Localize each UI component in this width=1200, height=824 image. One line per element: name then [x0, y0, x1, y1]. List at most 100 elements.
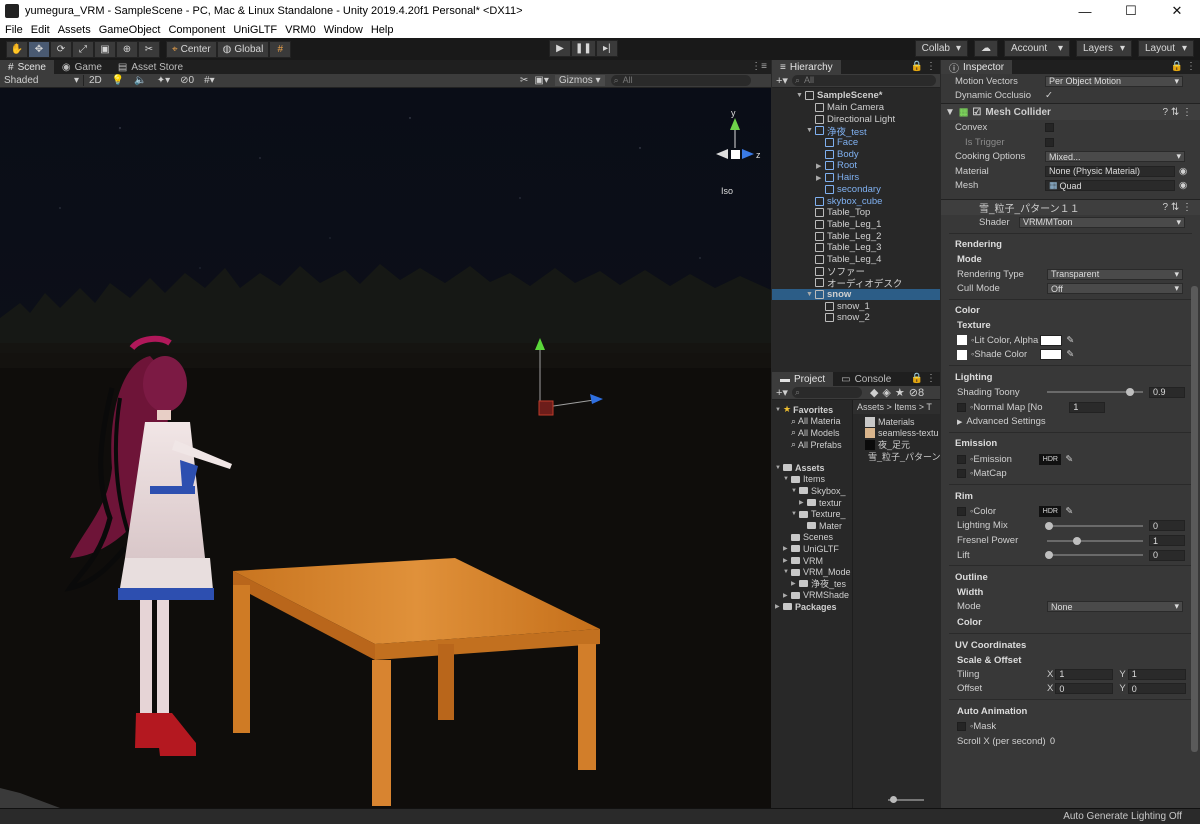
shading-mode-dropdown[interactable]: Shaded ▾ [0, 75, 84, 86]
foldout-arrow-icon[interactable]: ▶ [775, 603, 783, 610]
outline-mode-dropdown[interactable]: None ▾ [1047, 601, 1183, 613]
project-asset-item[interactable]: seamless-textu [853, 428, 940, 440]
hierarchy-item[interactable]: Table_Leg_3 [772, 242, 940, 254]
foldout-arrow-icon[interactable]: ▶ [816, 174, 825, 182]
is-trigger-checkbox[interactable] [1045, 137, 1054, 147]
lock-icon[interactable]: 🔒 ⋮ [911, 61, 936, 72]
transform-tool-icon[interactable]: ⊕ [116, 40, 138, 58]
play-button[interactable]: ▶ [549, 40, 571, 57]
space-toggle-button[interactable]: ◍ Global [216, 40, 270, 58]
cloud-button[interactable]: ☁ [974, 40, 998, 57]
pivot-toggle-button[interactable]: ⌖ Center [166, 40, 217, 58]
convex-checkbox[interactable] [1045, 122, 1054, 132]
dynamic-occlusion-checkbox[interactable]: ✓ [1045, 90, 1053, 101]
lit-texture-slot[interactable] [957, 335, 967, 346]
lit-color-swatch[interactable] [1040, 334, 1063, 346]
hierarchy-item[interactable]: Body [772, 148, 940, 160]
component-menu-icon[interactable]: ? ⇅ ⋮ [1163, 107, 1193, 118]
project-folder-item[interactable]: ▶ 浄夜_tes [772, 578, 852, 590]
menu-window[interactable]: Window [321, 24, 368, 36]
lift-knob[interactable] [1045, 551, 1053, 560]
rim-hdr-swatch[interactable]: HDR [1039, 505, 1062, 517]
lift-field[interactable]: 0 [1149, 549, 1185, 561]
filter-label-icon[interactable]: ◈ [882, 386, 890, 399]
shading-toony-slider[interactable] [1047, 388, 1143, 397]
tiling-x-field[interactable]: 1 [1055, 668, 1114, 680]
eyedropper-icon[interactable]: ✎ [1066, 335, 1074, 346]
material-header[interactable]: 雪_粒子_パターン１１ ? ⇅ ⋮ [941, 199, 1200, 216]
menu-component[interactable]: Component [165, 24, 230, 36]
effects-toggle-icon[interactable]: ✦▾ [152, 75, 175, 86]
inspector-lock-icon[interactable]: 🔒 ⋮ [1171, 61, 1196, 72]
menu-gameobject[interactable]: GameObject [96, 24, 166, 36]
offset-y-field[interactable]: 0 [1127, 683, 1186, 695]
project-folder-item[interactable]: ⌕ All Materia [772, 416, 852, 428]
projection-label[interactable]: Iso [721, 186, 733, 196]
menu-assets[interactable]: Assets [55, 24, 96, 36]
hierarchy-item[interactable]: ▼ snow [772, 288, 940, 301]
hierarchy-item[interactable]: ▼ 浄夜_test [772, 125, 940, 138]
foldout-arrow-icon[interactable]: ▼ [791, 488, 799, 494]
mask-texture-slot[interactable] [957, 722, 966, 732]
scale-tool-icon[interactable]: ⤢ [72, 40, 94, 58]
hand-tool-icon[interactable]: ✋ [6, 40, 28, 58]
rendering-type-dropdown[interactable]: Transparent ▾ [1047, 268, 1183, 280]
foldout-arrow-icon[interactable]: ▶ [783, 557, 791, 564]
lift-slider[interactable] [1045, 551, 1143, 560]
hierarchy-search-input[interactable]: ⌕ All [791, 75, 936, 86]
project-search-input[interactable]: ⌕ [791, 387, 862, 398]
hierarchy-item[interactable]: Table_Top [772, 207, 940, 219]
filter-type-icon[interactable]: ◆ [870, 386, 878, 399]
foldout-arrow-icon[interactable]: ▼ [775, 465, 783, 471]
foldout-arrow-icon[interactable]: ▼ [806, 127, 815, 134]
tab-hierarchy[interactable]: ≡ Hierarchy [772, 60, 841, 74]
foldout-arrow-icon[interactable]: ▼ [796, 92, 805, 99]
grid-snap-icon[interactable]: # [269, 40, 292, 58]
hierarchy-item[interactable]: skybox_cube [772, 195, 940, 207]
foldout-arrow-icon[interactable]: ▼ [806, 291, 815, 298]
project-breadcrumb[interactable]: Assets > Items > T [853, 400, 940, 414]
menu-help[interactable]: Help [368, 24, 399, 36]
step-button[interactable]: ▸| [595, 40, 618, 57]
hierarchy-item[interactable]: Table_Leg_1 [772, 219, 940, 231]
project-folder-item[interactable]: ▶ VRM [772, 555, 852, 567]
shading-toony-field[interactable]: 0.9 [1149, 386, 1185, 398]
foldout-arrow-icon[interactable]: ▶ [783, 592, 791, 599]
zoom-slider[interactable] [888, 796, 924, 803]
menu-unigltf[interactable]: UniGLTF [230, 24, 282, 36]
foldout-arrow-icon[interactable]: ▶ [791, 580, 799, 587]
object-picker-icon[interactable]: ◉ [1179, 180, 1187, 191]
lighting-mix-field[interactable]: 0 [1149, 520, 1185, 532]
zoom-slider-knob[interactable] [890, 796, 897, 803]
foldout-arrow-icon[interactable]: ▶ [783, 545, 791, 552]
hierarchy-item[interactable]: オーディオデスク [772, 277, 940, 290]
project-menu-icon[interactable]: 🔒 ⋮ [911, 373, 936, 384]
gizmos-dropdown[interactable]: Gizmos ▾ [554, 75, 605, 86]
lighting-mix-knob[interactable] [1045, 521, 1053, 530]
scene-viewport[interactable]: y z Iso [0, 88, 771, 808]
shade-color-swatch[interactable] [1040, 349, 1063, 361]
menu-file[interactable]: File [2, 24, 28, 36]
rect-tool-icon[interactable]: ▣ [94, 40, 116, 58]
custom-tool-icon[interactable]: ✂ [138, 40, 160, 58]
fresnel-power-slider[interactable] [1047, 536, 1143, 545]
eyedropper-icon[interactable]: ✎ [1065, 506, 1073, 517]
fresnel-power-knob[interactable] [1073, 536, 1081, 545]
project-folder-item[interactable]: ▶ textur [772, 497, 852, 509]
menu-vrm0[interactable]: VRM0 [282, 24, 321, 36]
shade-texture-slot[interactable] [957, 349, 967, 360]
hierarchy-item[interactable]: ▶ Root [772, 160, 940, 172]
account-dropdown[interactable]: Account ▾ [1004, 40, 1070, 57]
eyedropper-icon[interactable]: ✎ [1066, 349, 1074, 360]
offset-x-field[interactable]: 0 [1055, 683, 1114, 695]
layout-dropdown[interactable]: Layout ▾ [1138, 40, 1194, 57]
camera-icon[interactable]: ▣▾ [534, 75, 548, 86]
project-asset-item[interactable]: Materials [853, 416, 940, 428]
panel-menu-icon[interactable]: ⋮≡ [751, 61, 767, 72]
maximize-button[interactable]: ☐ [1108, 0, 1154, 22]
tab-console[interactable]: ▭ Console [833, 372, 899, 386]
foldout-arrow-icon[interactable]: ▼ [791, 511, 799, 517]
close-button[interactable]: ✕ [1154, 0, 1200, 22]
rim-texture-slot[interactable] [957, 506, 966, 516]
lighting-mix-slider[interactable] [1045, 521, 1143, 530]
